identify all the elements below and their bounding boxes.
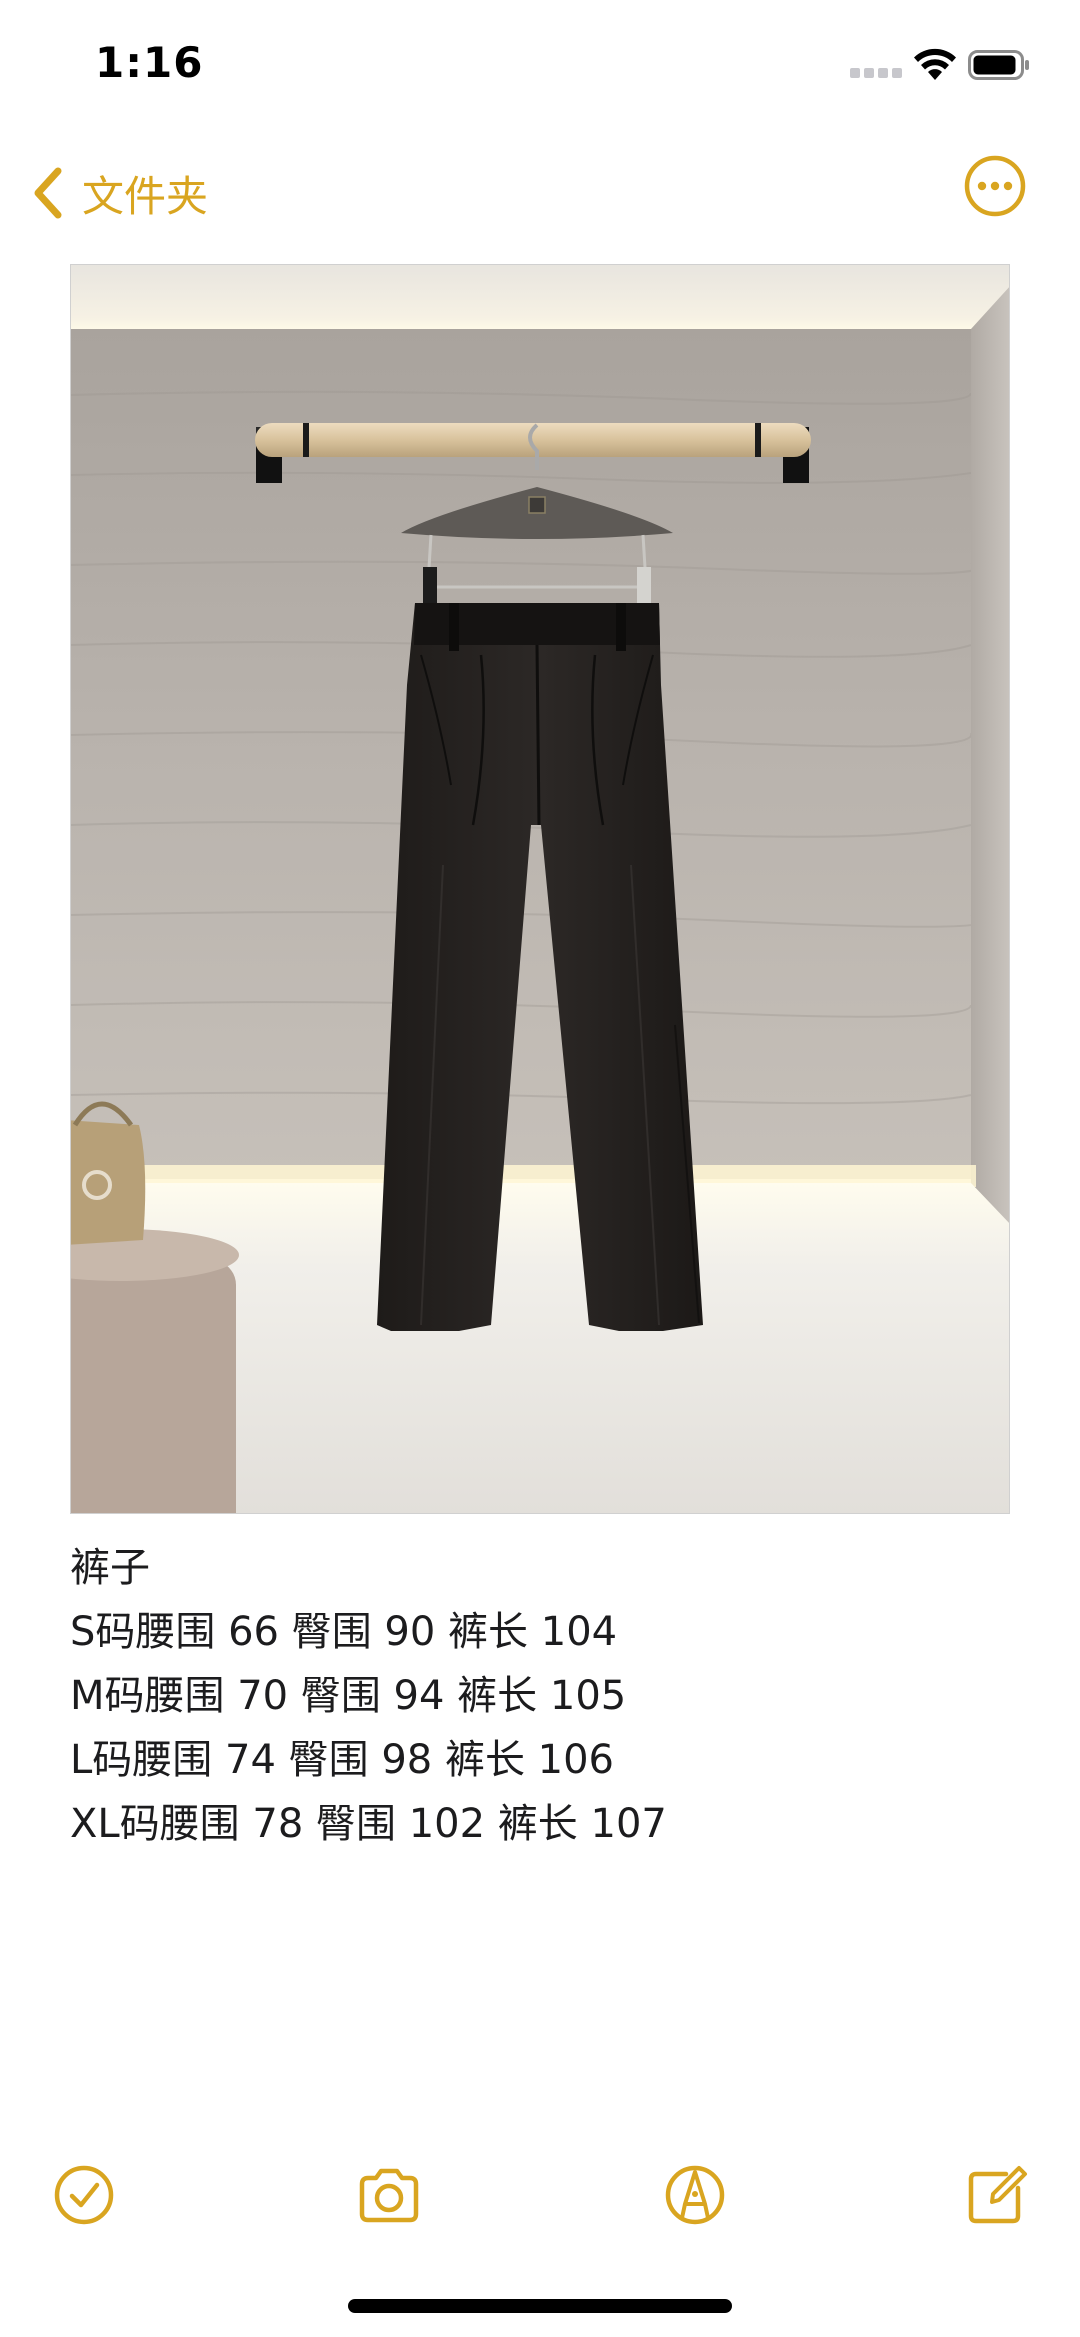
note-line-size-s: S码腰围 66 臀围 90 裤长 104: [70, 1609, 618, 1655]
ellipsis-circle-icon[interactable]: [963, 154, 1027, 218]
wifi-icon: [914, 48, 956, 80]
trousers-photo-image: [71, 265, 1009, 1513]
status-bar: 1:16: [0, 0, 1080, 130]
compose-icon[interactable]: [962, 2160, 1032, 2230]
checkmark-circle-icon[interactable]: [49, 2160, 119, 2230]
pen-circle-icon[interactable]: [660, 2160, 730, 2230]
back-button[interactable]: 文件夹: [30, 158, 208, 228]
chevron-left-icon: [34, 167, 62, 219]
camera-icon[interactable]: [354, 2160, 424, 2230]
note-line-size-xl: XL码腰围 78 臀围 102 裤长 107: [70, 1801, 667, 1847]
attached-photo[interactable]: [70, 264, 1010, 1514]
back-label: 文件夹: [82, 171, 209, 221]
note-title: 裤子: [70, 1545, 150, 1591]
notes-screen: 1:16 文件夹 裤子 S码腰围 66 臀围 90 裤长 104 M码腰围 70…: [0, 0, 1080, 2337]
status-time: 1:16: [95, 38, 204, 87]
cellular-signal-icon: [850, 68, 902, 80]
bottom-toolbar: [0, 2150, 1080, 2240]
note-line-size-l: L码腰围 74 臀围 98 裤长 106: [70, 1737, 615, 1783]
navigation-bar: 文件夹: [0, 140, 1080, 240]
note-line-size-m: M码腰围 70 臀围 94 裤长 105: [70, 1673, 627, 1719]
note-body[interactable]: 裤子 S码腰围 66 臀围 90 裤长 104 M码腰围 70 臀围 94 裤长…: [70, 1536, 1010, 1856]
battery-icon: [968, 50, 1029, 80]
home-indicator[interactable]: [348, 2299, 732, 2313]
